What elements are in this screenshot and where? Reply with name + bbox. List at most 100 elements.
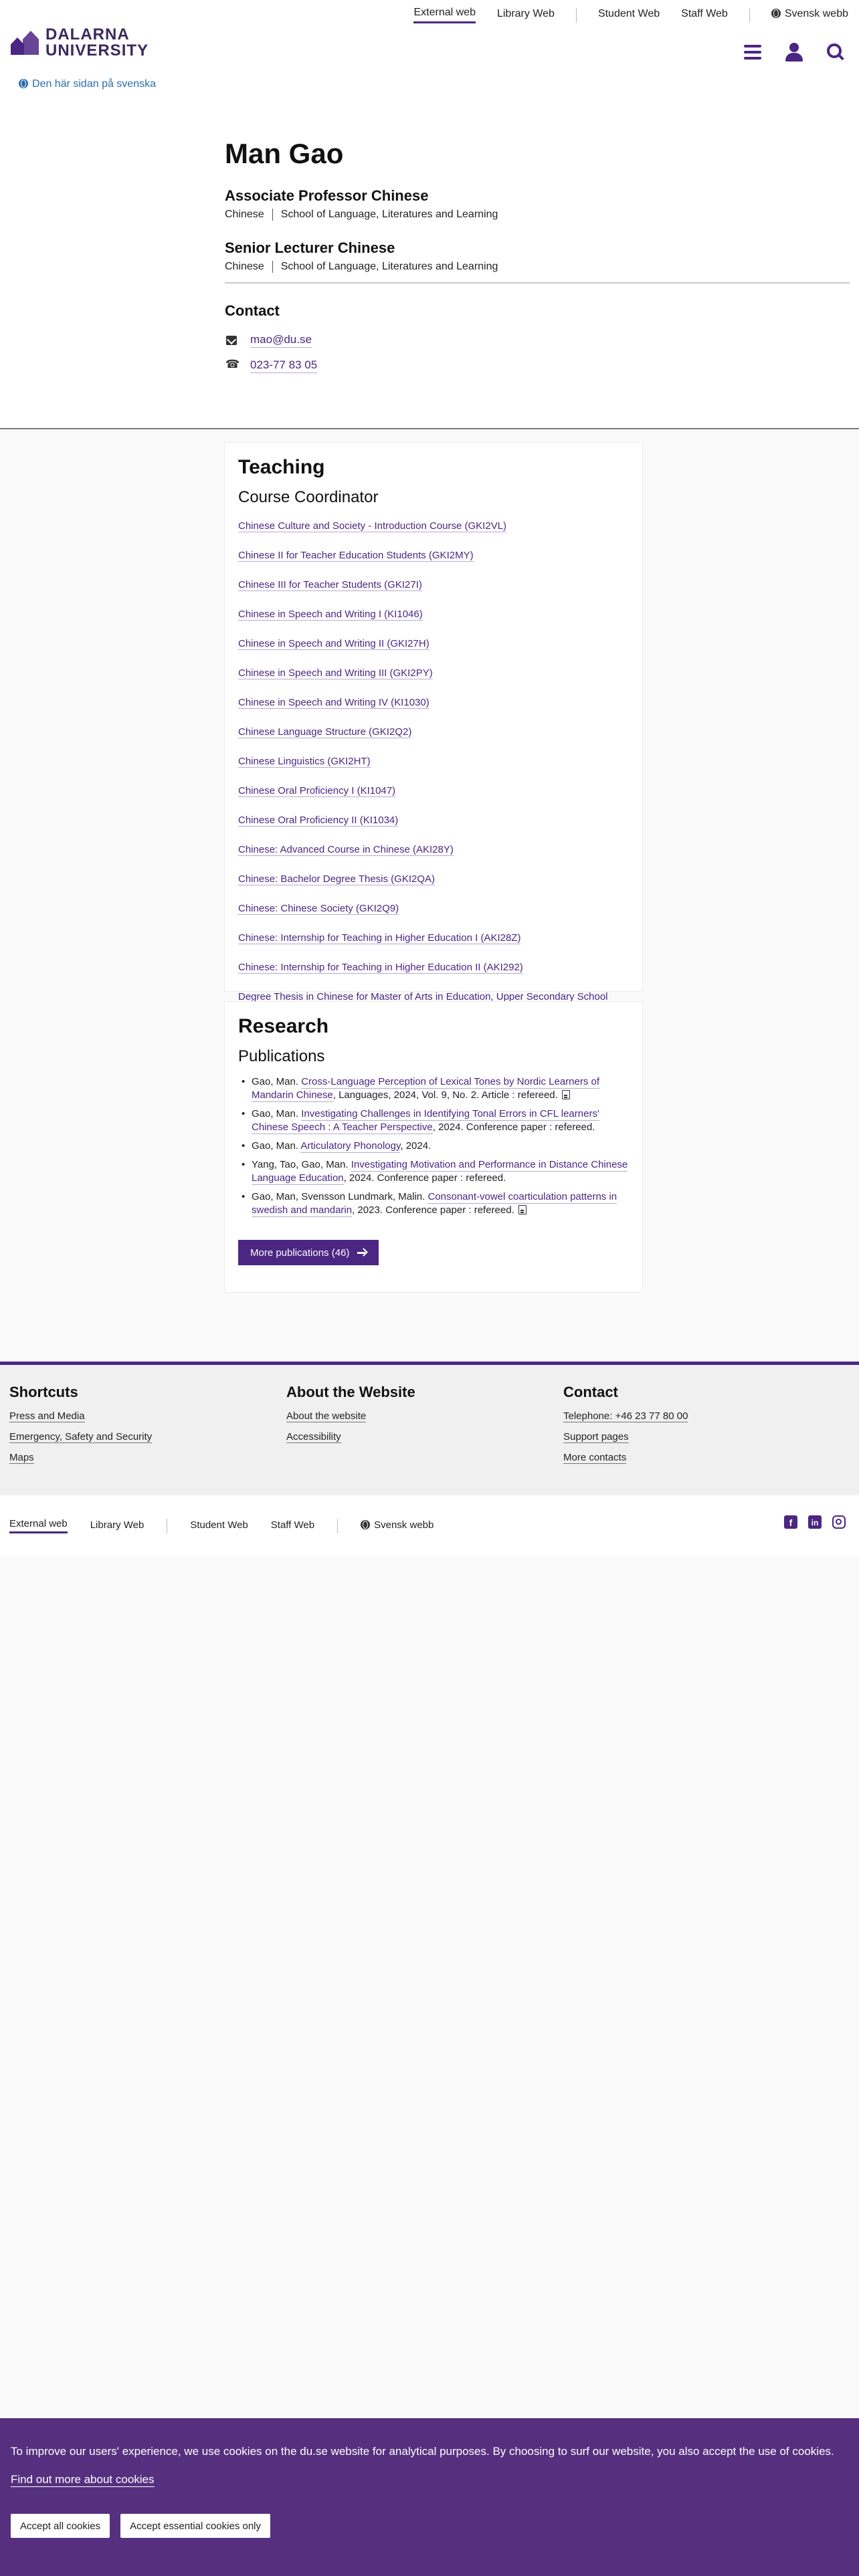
course-link[interactable]: Chinese: Internship for Teaching in High…	[238, 962, 523, 974]
nav-library-web[interactable]: Library Web	[497, 8, 555, 23]
pdf-file-icon[interactable]	[518, 1205, 527, 1214]
more-publications-button[interactable]: More publications (46)	[238, 1240, 379, 1265]
footer-link[interactable]: Maps	[9, 1452, 152, 1464]
footer-nav-language-swedish[interactable]: Svensk webb	[361, 1519, 434, 1533]
publication-item: Gao, Man. Investigating Challenges in Id…	[238, 1107, 629, 1134]
footer-about: About the Website About the website Acce…	[286, 1384, 415, 1452]
course-link[interactable]: Chinese III for Teacher Students (GKI27I…	[238, 579, 422, 591]
publication-authors: Gao, Man.	[252, 1140, 299, 1152]
footer-link[interactable]: More contacts	[563, 1452, 688, 1464]
publications-heading: Publications	[238, 1047, 325, 1065]
footer-nav-staff-web[interactable]: Staff Web	[271, 1519, 314, 1533]
instagram-icon[interactable]	[832, 1515, 846, 1529]
course-item: Chinese Oral Proficiency I (KI1047)	[238, 784, 629, 798]
course-item: Chinese: Internship for Teaching in High…	[238, 960, 629, 975]
nav-external-web[interactable]: External web	[413, 7, 476, 23]
publication-item: Gao, Man, Svensson Lundmark, Malin. Cons…	[238, 1190, 629, 1217]
footer-link[interactable]: Support pages	[563, 1431, 688, 1443]
logo-text: DALARNA UNIVERSITY	[45, 27, 149, 59]
course-link[interactable]: Chinese Oral Proficiency II (KI1034)	[238, 815, 399, 827]
footer-link[interactable]: Accessibility	[286, 1431, 415, 1443]
role-school: School of Language, Literatures and Lear…	[280, 209, 498, 220]
linkedin-icon[interactable]: in	[808, 1515, 822, 1529]
course-link[interactable]: Chinese in Speech and Writing I (KI1046)	[238, 609, 423, 621]
cookie-info-link[interactable]: Find out more about cookies	[11, 2473, 155, 2487]
swedish-page-link[interactable]: Den här sidan på svenska	[19, 78, 156, 90]
publication-item: Gao, Man. Cross-Language Perception of L…	[238, 1075, 629, 1102]
email-link[interactable]: mao@du.se	[250, 333, 312, 348]
nav-staff-web[interactable]: Staff Web	[681, 8, 728, 23]
course-item: Chinese Oral Proficiency II (KI1034)	[238, 813, 629, 828]
user-icon[interactable]	[785, 43, 803, 62]
role-title: Senior Lecturer Chinese	[225, 239, 395, 256]
phone-link[interactable]: 023-77 83 05	[250, 358, 318, 373]
globe-icon	[771, 8, 781, 18]
course-link[interactable]: Chinese II for Teacher Education Student…	[238, 550, 474, 562]
site-header: External web Library Web Student Web Sta…	[0, 0, 859, 428]
pdf-file-icon[interactable]	[561, 1090, 570, 1099]
footer-link[interactable]: Telephone: +46 23 77 80 00	[563, 1410, 688, 1422]
cookie-text: To improve our users' experience, we use…	[11, 2445, 834, 2458]
university-logo[interactable]: DALARNA UNIVERSITY	[11, 27, 149, 59]
course-link[interactable]: Chinese in Speech and Writing III (GKI2P…	[238, 667, 433, 679]
course-link[interactable]: Chinese: Chinese Society (GKI2Q9)	[238, 903, 399, 915]
accept-essential-cookies-button[interactable]: Accept essential cookies only	[120, 2514, 270, 2538]
menu-icon[interactable]	[744, 45, 761, 60]
nav-language-swedish[interactable]: Svensk webb	[771, 8, 848, 23]
footer-link-label: Support pages	[563, 1431, 629, 1443]
arrow-right-icon	[357, 1249, 367, 1257]
footer-nav-library-web[interactable]: Library Web	[90, 1519, 145, 1533]
course-item: Chinese: Bachelor Degree Thesis (GKI2QA)	[238, 872, 629, 887]
envelope-icon	[226, 336, 237, 345]
publication-title-link[interactable]: Articulatory Phonology	[300, 1140, 401, 1153]
footer-link[interactable]: About the website	[286, 1410, 415, 1422]
footer-nav-student-web[interactable]: Student Web	[190, 1519, 248, 1533]
publication-list: Gao, Man. Cross-Language Perception of L…	[238, 1075, 629, 1217]
footer-link-label: About the website	[286, 1410, 367, 1422]
facebook-icon[interactable]: f	[784, 1515, 797, 1529]
course-link[interactable]: Chinese: Internship for Teaching in High…	[238, 932, 521, 944]
site-footer: Shortcuts Press and Media Emergency, Saf…	[0, 1362, 859, 1495]
nav-student-web[interactable]: Student Web	[598, 8, 660, 23]
accept-all-cookies-button[interactable]: Accept all cookies	[11, 2514, 110, 2538]
globe-icon	[361, 1519, 371, 1529]
nav-separator	[337, 1518, 339, 1533]
contact-heading: Contact	[225, 302, 280, 319]
course-link[interactable]: Chinese in Speech and Writing IV (KI1030…	[238, 697, 430, 709]
course-item: Chinese: Internship for Teaching in High…	[238, 931, 629, 946]
role-subject: Chinese	[225, 209, 264, 220]
course-link[interactable]: Chinese Language Structure (GKI2Q2)	[238, 726, 412, 738]
phone-icon	[225, 358, 240, 371]
publication-authors: Yang, Tao, Gao, Man.	[252, 1159, 349, 1170]
role-separator	[272, 209, 273, 221]
swedish-page-label: Den här sidan på svenska	[32, 78, 156, 90]
search-icon[interactable]	[827, 43, 844, 61]
logo-mark-icon	[11, 28, 40, 58]
nav-separator	[575, 7, 577, 23]
teaching-card: Teaching Course Coordinator Chinese Cult…	[225, 443, 642, 1018]
footer-link[interactable]: Emergency, Safety and Security	[9, 1431, 153, 1443]
footer-shortcuts: Shortcuts Press and Media Emergency, Saf…	[9, 1384, 153, 1473]
course-link[interactable]: Chinese Oral Proficiency I (KI1047)	[238, 785, 396, 797]
contact-email-row: mao@du.se	[225, 333, 850, 348]
research-card: Research Publications Gao, Man. Cross-La…	[225, 1002, 642, 1292]
logo-line-1: DALARNA	[45, 25, 130, 43]
course-link[interactable]: Chinese Linguistics (GKI2HT)	[238, 756, 371, 768]
course-link[interactable]: Chinese: Advanced Course in Chinese (AKI…	[238, 844, 454, 856]
footer-nav-external-web[interactable]: External web	[9, 1518, 68, 1533]
course-link[interactable]: Chinese in Speech and Writing II (GKI27H…	[238, 638, 430, 650]
language-label: Svensk webb	[784, 7, 848, 19]
contact-phone-row: 023-77 83 05	[225, 358, 850, 373]
more-publications-label: More publications (46)	[250, 1247, 350, 1259]
cookie-banner: To improve our users' experience, we use…	[0, 2418, 859, 2576]
role-meta: Chinese School of Language, Literatures …	[225, 209, 850, 221]
course-coordinator-heading: Course Coordinator	[238, 488, 379, 506]
publication-item: Yang, Tao, Gao, Man. Investigating Motiv…	[238, 1158, 629, 1185]
course-link[interactable]: Chinese Culture and Society - Introducti…	[238, 520, 507, 532]
footer-link[interactable]: Press and Media	[9, 1410, 152, 1422]
course-item: Chinese in Speech and Writing III (GKI2P…	[238, 666, 629, 681]
publication-details: , 2024.	[400, 1140, 432, 1152]
course-link[interactable]: Chinese: Bachelor Degree Thesis (GKI2QA)	[238, 873, 436, 885]
language-label: Svensk webb	[374, 1519, 434, 1531]
course-item: Chinese Linguistics (GKI2HT)	[238, 754, 629, 769]
